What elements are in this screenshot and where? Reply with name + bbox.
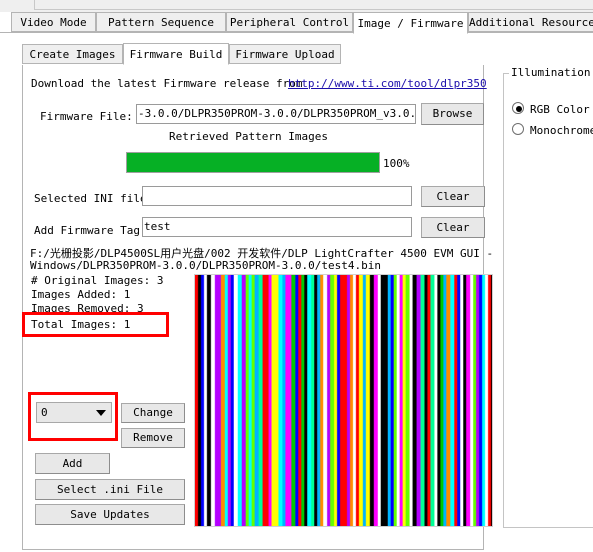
remove-button[interactable]: Remove xyxy=(121,428,185,448)
tab-firmware-build[interactable]: Firmware Build xyxy=(123,43,229,65)
selected-ini-input[interactable] xyxy=(142,186,412,206)
image-index-dropdown[interactable]: 0 xyxy=(36,402,112,423)
window-top-strip xyxy=(0,0,593,12)
tab-create-images[interactable]: Create Images xyxy=(22,44,123,64)
tab-pattern-sequence[interactable]: Pattern Sequence xyxy=(96,12,226,32)
select-ini-file-button[interactable]: Select .ini File xyxy=(35,479,185,500)
chevron-down-icon xyxy=(96,410,106,416)
change-button[interactable]: Change xyxy=(121,403,185,423)
radio-selected-dot xyxy=(516,106,522,112)
tab-peripheral-control[interactable]: Peripheral Control xyxy=(226,12,353,32)
tab-firmware-upload[interactable]: Firmware Upload xyxy=(229,44,341,64)
top-toolbar-fragment-left xyxy=(34,0,593,10)
tab-video-mode[interactable]: Video Mode xyxy=(11,12,96,32)
tab-image-firmware[interactable]: Image / Firmware xyxy=(353,12,468,34)
radio-rgb-color-label: RGB Color xyxy=(530,103,590,116)
radio-monochrome-label: Monochrome xyxy=(530,124,593,137)
clear-tag-button[interactable]: Clear xyxy=(421,217,485,238)
tab-additional-resources[interactable]: Additional Resources xyxy=(468,12,593,32)
dlpr350-tool-link[interactable]: http://www.ti.com/tool/dlpr350 xyxy=(288,77,487,90)
radio-rgb-color-indicator xyxy=(512,102,524,114)
browse-button[interactable]: Browse xyxy=(421,103,484,125)
add-button[interactable]: Add xyxy=(35,453,110,474)
image-index-value: 0 xyxy=(41,406,48,419)
radio-monochrome[interactable]: Monochrome xyxy=(512,123,593,137)
clear-ini-button[interactable]: Clear xyxy=(421,186,485,207)
main-tab-bar[interactable]: Video Mode Pattern Sequence Peripheral C… xyxy=(0,12,593,34)
radio-monochrome-indicator xyxy=(512,123,524,135)
firmware-file-input[interactable]: -3.0.0/DLPR350PROM-3.0.0/DLPR350PROM_v3.… xyxy=(136,104,416,124)
save-updates-button[interactable]: Save Updates xyxy=(35,504,185,525)
firmware-tag-input[interactable]: test xyxy=(142,217,412,237)
radio-rgb-color[interactable]: RGB Color xyxy=(512,102,592,116)
